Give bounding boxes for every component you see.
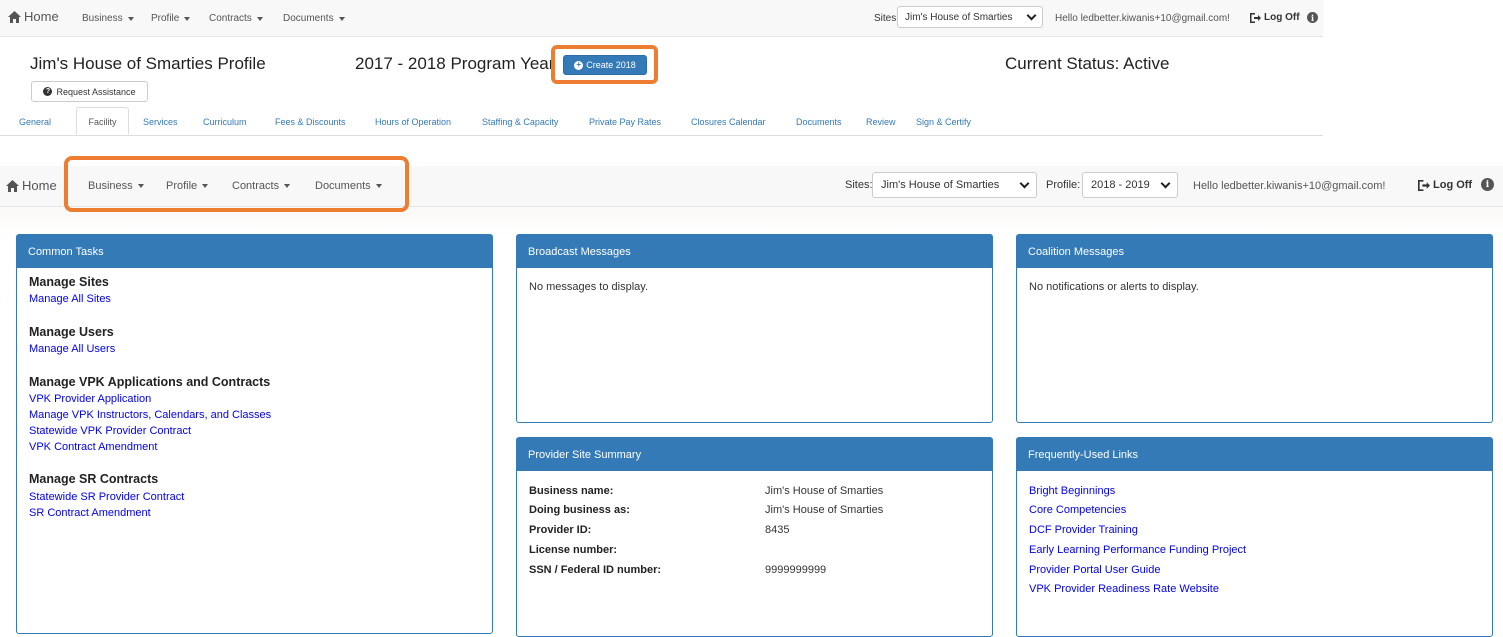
coalition-messages-panel: Coalition Messages [1016, 234, 1493, 423]
top-nav-home-label: Home [24, 9, 59, 24]
broadcast-messages-header: Broadcast Messages [517, 235, 992, 268]
summary-label: Doing business as: [529, 504, 630, 516]
top-logoff-link[interactable]: Log Off [1250, 12, 1300, 23]
tab-facility[interactable]: Facility [76, 107, 129, 135]
coalition-empty-text: No notifications or alerts to display. [1029, 281, 1199, 293]
top-nav-contracts[interactable]: Contracts [209, 13, 263, 24]
nav-home-label: Home [22, 178, 57, 193]
question-circle-icon: ? [43, 87, 53, 96]
link-statewide-vpk-contract[interactable]: Statewide VPK Provider Contract [29, 425, 191, 437]
top-sites-select[interactable]: Jim's House of Smarties [897, 6, 1043, 28]
tab-curriculum[interactable]: Curriculum [203, 117, 247, 127]
logoff-link[interactable]: Log Off [1418, 179, 1472, 191]
link-bright-beginnings[interactable]: Bright Beginnings [1029, 485, 1115, 497]
summary-value: Jim's House of Smarties [765, 485, 884, 497]
broadcast-empty-text: No messages to display. [529, 281, 649, 293]
sites-label: Sites: [845, 179, 873, 191]
summary-label: Business name: [529, 485, 614, 497]
tab-sign-certify[interactable]: Sign & Certify [916, 117, 971, 127]
coalition-messages-header: Coalition Messages [1017, 235, 1492, 268]
top-nav-contracts-label: Contracts [209, 13, 252, 24]
highlight-box-create [551, 45, 658, 84]
hello-text: Hello ledbetter.kiwanis+10@gmail.com! [1193, 180, 1386, 192]
sites-value: Jim's House of Smarties [881, 179, 1000, 191]
nav-home[interactable]: Home [6, 178, 57, 193]
top-sites-value: Jim's House of Smarties [905, 11, 1013, 23]
profile-title: Jim's House of Smarties Profile [30, 54, 266, 73]
profile-label: Profile: [1046, 179, 1081, 191]
link-sr-contract-amendment[interactable]: SR Contract Amendment [29, 507, 151, 519]
tab-documents[interactable]: Documents [796, 117, 842, 127]
summary-label: License number: [529, 544, 618, 556]
tab-review[interactable]: Review [866, 117, 896, 127]
link-core-competencies[interactable]: Core Competencies [1029, 504, 1126, 516]
top-hello-text: Hello ledbetter.kiwanis+10@gmail.com! [1055, 13, 1230, 24]
chevron-down-icon [1019, 178, 1030, 189]
frequent-links-header: Frequently-Used Links [1017, 438, 1492, 471]
request-assistance-button[interactable]: ? Request Assistance [31, 81, 148, 102]
link-portal-user-guide[interactable]: Provider Portal User Guide [1029, 564, 1160, 576]
broadcast-messages-panel: Broadcast Messages [516, 234, 993, 423]
summary-value: 8435 [765, 524, 790, 536]
summary-value: 9999999999 [765, 564, 827, 576]
tab-private-pay-rates[interactable]: Private Pay Rates [589, 117, 661, 127]
tab-hours-of-operation[interactable]: Hours of Operation [375, 117, 451, 127]
provider-summary-panel: Provider Site Summary [516, 437, 993, 637]
top-nav-business[interactable]: Business [82, 13, 134, 24]
request-assistance-label: Request Assistance [56, 86, 136, 97]
top-nav-home[interactable]: Home [8, 9, 59, 24]
link-vpk-provider-application[interactable]: VPK Provider Application [29, 393, 151, 405]
tab-closures-calendar[interactable]: Closures Calendar [691, 117, 766, 127]
current-status: Current Status: Active [1005, 54, 1170, 73]
info-icon[interactable]: i [1481, 178, 1494, 191]
logout-icon [1250, 12, 1261, 23]
program-year: 2017 - 2018 Program Year [355, 54, 555, 73]
link-manage-all-sites[interactable]: Manage All Sites [29, 293, 111, 305]
caret-down-icon [338, 16, 345, 21]
summary-value: Jim's House of Smarties [765, 504, 884, 516]
tab-staffing-capacity[interactable]: Staffing & Capacity [482, 117, 558, 127]
group-heading: Manage Users [29, 325, 114, 339]
info-icon[interactable]: i [1307, 12, 1318, 23]
top-nav-documents[interactable]: Documents [283, 13, 345, 24]
top-nav-profile-label: Profile [151, 13, 180, 24]
caret-down-icon [256, 16, 263, 21]
link-statewide-sr-contract[interactable]: Statewide SR Provider Contract [29, 491, 184, 503]
top-nav-documents-label: Documents [283, 13, 334, 24]
link-manage-vpk-instructors[interactable]: Manage VPK Instructors, Calendars, and C… [29, 409, 271, 421]
group-heading: Manage VPK Applications and Contracts [29, 375, 271, 389]
summary-label: Provider ID: [529, 524, 592, 536]
link-readiness-rate[interactable]: VPK Provider Readiness Rate Website [1029, 583, 1219, 595]
sites-select[interactable]: Jim's House of Smarties [872, 172, 1037, 198]
tab-fees-discounts[interactable]: Fees & Discounts [275, 117, 346, 127]
summary-label: SSN / Federal ID number: [529, 564, 662, 576]
link-performance-funding[interactable]: Early Learning Performance Funding Proje… [1029, 544, 1246, 556]
group-heading: Manage Sites [29, 275, 109, 289]
profile-select[interactable]: 2018 - 2019 [1082, 172, 1178, 198]
top-nav-business-label: Business [82, 13, 123, 24]
tab-general[interactable]: General [19, 117, 51, 127]
top-logoff-label: Log Off [1264, 12, 1300, 23]
chevron-down-icon [1160, 178, 1171, 189]
chevron-down-icon [1026, 10, 1037, 21]
link-vpk-contract-amendment[interactable]: VPK Contract Amendment [29, 441, 157, 453]
top-nav-profile[interactable]: Profile [151, 13, 191, 24]
profile-value: 2018 - 2019 [1091, 179, 1150, 191]
provider-summary-header: Provider Site Summary [517, 438, 992, 471]
caret-down-icon [127, 16, 134, 21]
highlight-box-nav [64, 156, 409, 212]
link-dcf-provider-training[interactable]: DCF Provider Training [1029, 524, 1138, 536]
logout-icon [1418, 179, 1430, 191]
home-icon [6, 179, 19, 192]
profile-tabs [0, 107, 1323, 136]
link-manage-all-users[interactable]: Manage All Users [29, 343, 115, 355]
home-icon [8, 10, 21, 23]
group-heading: Manage SR Contracts [29, 472, 159, 486]
caret-down-icon [184, 16, 191, 21]
common-tasks-header: Common Tasks [17, 235, 492, 268]
logoff-label: Log Off [1433, 179, 1473, 191]
frequent-links-panel: Frequently-Used Links [1016, 437, 1493, 637]
top-sites-label: Sites: [874, 13, 900, 24]
tab-services[interactable]: Services [143, 117, 178, 127]
